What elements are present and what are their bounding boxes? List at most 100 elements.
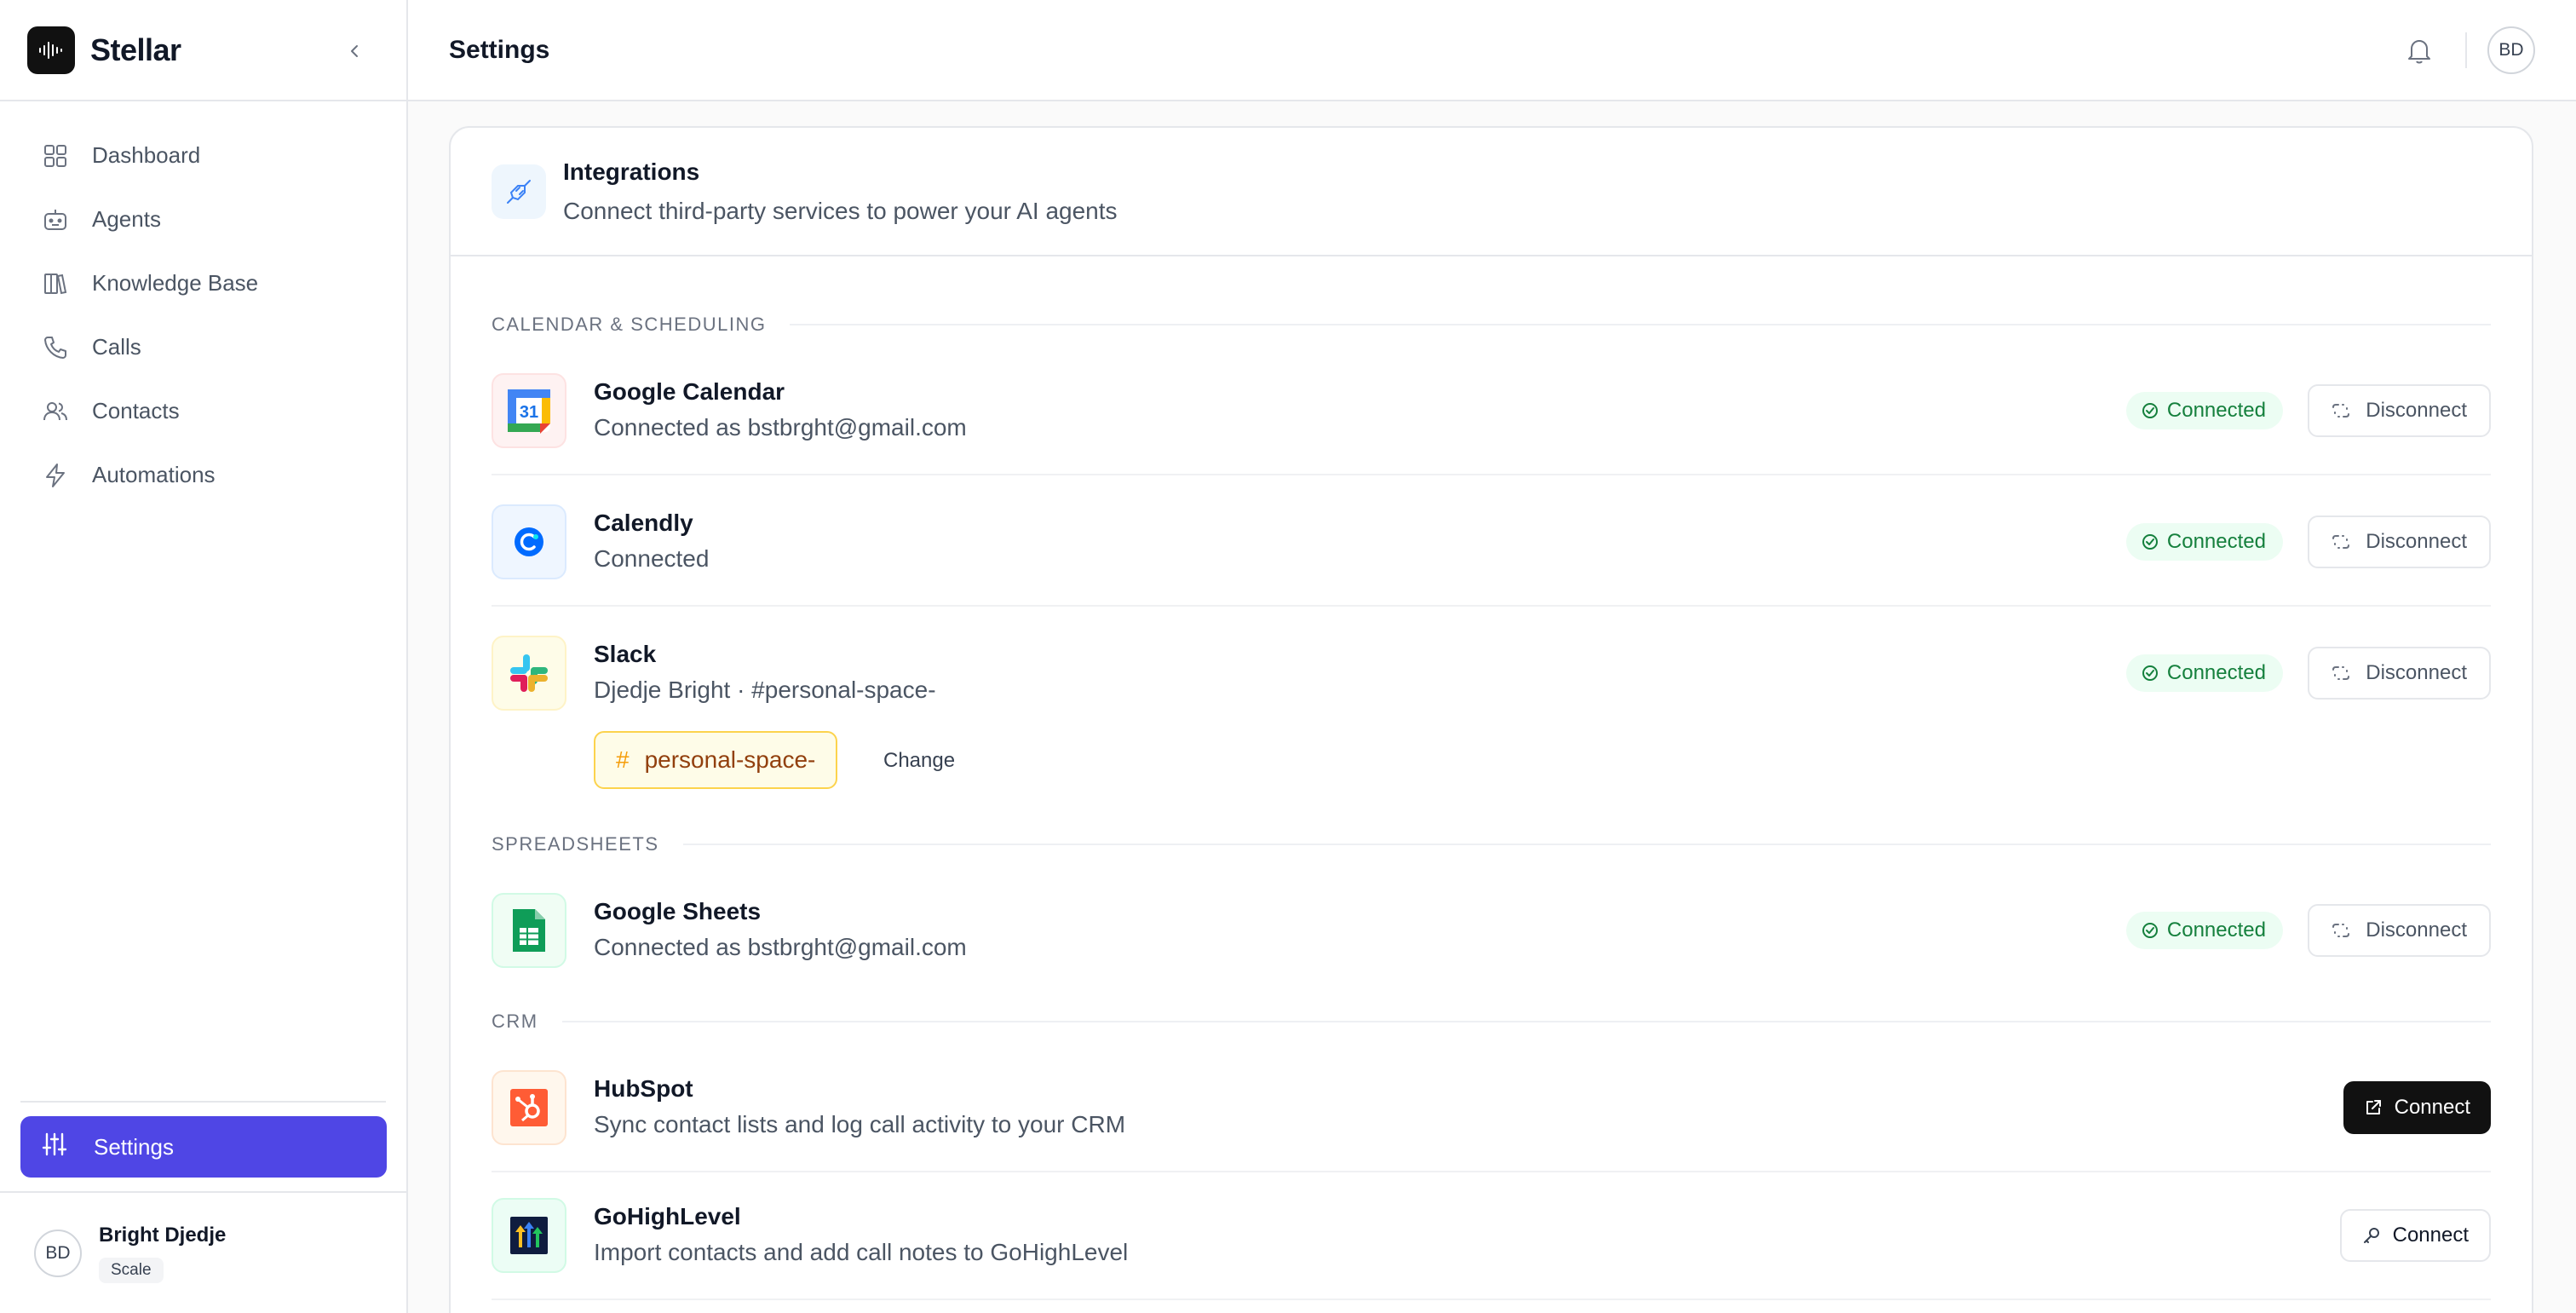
integration-subtitle: Connected as bstbrght@gmail.com [594,414,967,441]
hash-icon: # [616,746,630,773]
svg-text:31: 31 [520,403,538,422]
integration-subtitle: Import contacts and add call notes to Go… [594,1239,1129,1265]
user-name: Bright Djedje [99,1224,227,1247]
app-root: Stellar Dashboard Agents Knowledge Base … [0,0,2576,1313]
integrations-title: Integrations [563,158,700,185]
integration-row-gohighlevel: GoHighLevel Import contacts and add call… [492,1198,2491,1273]
slack-channel-selector[interactable]: # personal-space- [594,731,838,789]
books-icon [41,269,70,298]
brand-name: Stellar [90,32,181,67]
grid-icon [41,141,70,170]
main-content: Settings BD Integrations Connect third-p… [408,0,2576,1313]
chevron-left-icon [351,45,358,57]
sidebar: Stellar Dashboard Agents Knowledge Base … [0,0,408,1313]
check-circle-icon [2142,534,2158,550]
integrations-card: Integrations Connect third-party service… [449,126,2533,1313]
unlink-icon [2332,666,2350,680]
section-divider [561,1021,2491,1022]
status-badge: Connected [2125,392,2283,429]
integration-row-hubspot: HubSpot Sync contact lists and log call … [492,1070,2491,1145]
status-badge: Connected [2125,654,2283,692]
check-circle-icon [2142,403,2158,418]
integrations-subtitle: Connect third-party services to power yo… [563,197,1118,224]
integration-name: GoHighLevel [594,1203,741,1229]
plug-icon [492,164,546,219]
change-channel-button[interactable]: Change [883,749,955,773]
avatar: BD [34,1229,82,1277]
check-circle-icon [2142,665,2158,681]
sidebar-item-label: Agents [92,206,161,232]
sidebar-item-agents[interactable]: Agents [0,187,406,251]
unlink-icon [2332,924,2350,937]
unlink-icon [2332,404,2350,418]
connect-button[interactable]: Connect [2339,1209,2491,1262]
sidebar-item-label: Knowledge Base [92,270,259,296]
sidebar-divider [0,1191,406,1193]
sidebar-nav: Dashboard Agents Knowledge Base Calls Co… [0,101,406,507]
topbar-divider [2465,32,2467,68]
sidebar-item-label: Contacts [92,398,180,423]
disconnect-button[interactable]: Disconnect [2308,515,2491,568]
users-icon [41,397,70,426]
section-crm: CRM [492,1009,2491,1034]
unlink-icon [2332,535,2350,549]
avatar[interactable]: BD [2487,26,2535,74]
sidebar-item-dashboard[interactable]: Dashboard [0,124,406,187]
section-label: SPREADSHEETS [492,833,659,855]
integration-subtitle: Sync contact lists and log call activity… [594,1111,1126,1137]
integration-row-slack: Slack Djedje Bright · #personal-space- C… [492,636,2491,789]
integration-name: Slack [594,641,657,667]
section-divider [682,844,2491,845]
integration-name: HubSpot [594,1075,693,1102]
integration-row-google-calendar: 31 Google Calendar Connected as bstbrght… [492,373,2491,448]
phone-icon [41,333,70,362]
integration-subtitle: Djedje Bright · #personal-space- [594,677,936,703]
sidebar-item-label: Calls [92,334,141,360]
row-divider [492,1299,2491,1300]
sidebar-item-knowledge-base[interactable]: Knowledge Base [0,251,406,315]
waveform-logo-icon [27,26,75,74]
sidebar-item-label: Automations [92,462,216,487]
section-divider [790,324,2491,325]
sidebar-item-label: Dashboard [92,142,201,168]
page-title: Settings [449,35,550,64]
integration-row-calendly: Calendly Connected Connected Disconnect [492,504,2491,579]
disconnect-button[interactable]: Disconnect [2308,904,2491,957]
sidebar-item-calls[interactable]: Calls [0,315,406,379]
sidebar-item-settings[interactable]: Settings [20,1116,387,1178]
integration-row-google-sheets: Google Sheets Connected as bstbrght@gmai… [492,893,2491,968]
gohighlevel-icon [492,1198,566,1273]
integration-name: Google Calendar [594,378,785,405]
row-divider [492,605,2491,607]
disconnect-button[interactable]: Disconnect [2308,384,2491,437]
integration-subtitle: Connected [594,545,710,572]
connect-button[interactable]: Connect [2343,1081,2491,1134]
collapse-sidebar-button[interactable] [338,34,372,68]
calendly-icon [492,504,566,579]
sliders-icon [41,1131,68,1164]
brand-header: Stellar [0,0,406,101]
notifications-button[interactable] [2402,34,2436,68]
slack-icon [492,636,566,711]
section-label: CRM [492,1011,538,1032]
section-calendar-scheduling: CALENDAR & SCHEDULING [492,312,2491,337]
sidebar-item-automations[interactable]: Automations [0,443,406,507]
section-spreadsheets: SPREADSHEETS [492,832,2491,857]
check-circle-icon [2142,923,2158,938]
plan-badge: Scale [99,1258,164,1283]
google-sheets-icon [492,893,566,968]
row-divider [492,1171,2491,1172]
user-profile[interactable]: BD Bright Djedje Scale [34,1224,226,1283]
section-label: CALENDAR & SCHEDULING [492,314,767,335]
disconnect-button[interactable]: Disconnect [2308,647,2491,700]
status-badge: Connected [2125,523,2283,561]
sidebar-item-contacts[interactable]: Contacts [0,379,406,443]
sidebar-item-label: Settings [94,1133,174,1160]
key-icon [2363,1228,2379,1243]
integration-subtitle: Connected as bstbrght@gmail.com [594,934,967,960]
external-link-icon [2366,1100,2381,1114]
robot-icon [41,205,70,234]
hubspot-icon [492,1070,566,1145]
integration-name: Google Sheets [594,898,762,924]
integration-name: Calendly [594,510,693,536]
